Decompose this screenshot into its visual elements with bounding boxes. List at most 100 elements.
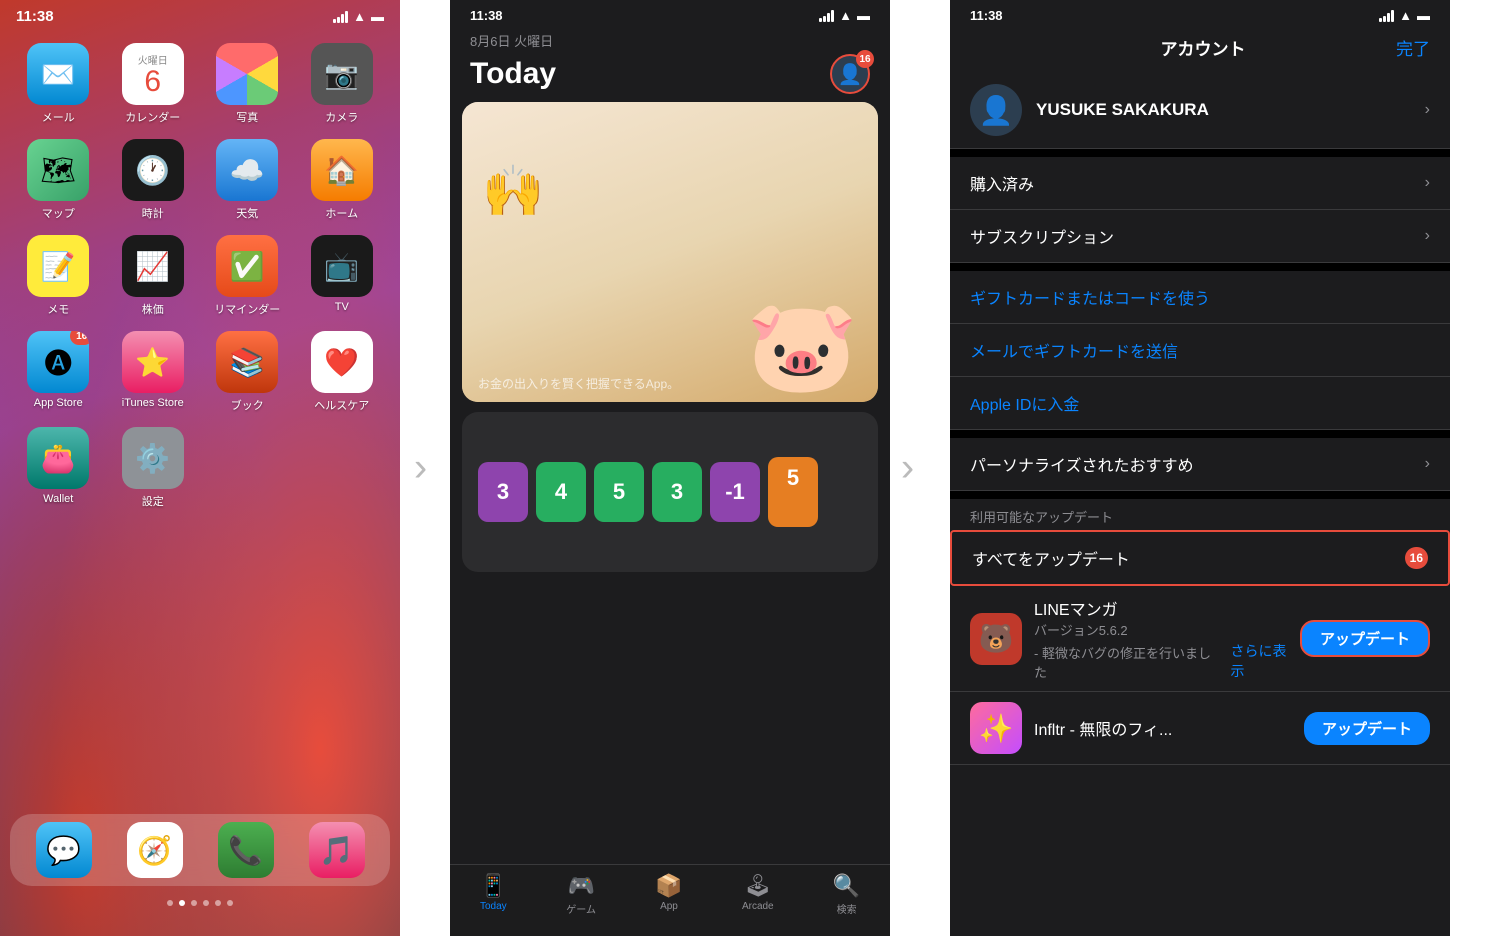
personalize-chevron: › xyxy=(1425,455,1430,473)
tab-games[interactable]: 🎮 ゲーム xyxy=(566,873,596,916)
app-appstore[interactable]: 🅐 16 App Store xyxy=(18,331,99,413)
infltr-update-button[interactable]: アップデート xyxy=(1304,712,1430,745)
tab-games-icon: 🎮 xyxy=(567,873,594,899)
separator-4 xyxy=(950,491,1450,499)
tab-today-label: Today xyxy=(480,901,507,912)
tab-arcade-icon: 🕹 xyxy=(744,873,772,899)
app-photos-label: 写真 xyxy=(236,109,258,125)
app-settings[interactable]: ⚙️ 設定 xyxy=(113,427,194,509)
line-manga-see-more[interactable]: さらに表示 xyxy=(1231,641,1300,681)
time-home: 11:38 xyxy=(16,8,54,25)
app-memo[interactable]: 📝 メモ xyxy=(18,235,99,317)
app-mail[interactable]: ✉️ メール xyxy=(18,43,99,125)
app-stocks[interactable]: 📈 株価 xyxy=(113,235,194,317)
purchases-chevron: › xyxy=(1425,174,1430,192)
app-clock[interactable]: 🕐 時計 xyxy=(113,139,194,221)
battery-icon: ▬ xyxy=(371,9,384,24)
account-panel: 11:38 ▲ ▬ アカウント 完了 👤 YUSUKE SAKAKURA xyxy=(950,0,1450,936)
as-card-image: 基本を知る 家計の管理を始めよう 🐷 🙌 お金の出入りを賢く把握できるApp。 xyxy=(462,102,878,402)
game-tiles-container: 3 4 5 3 -1 5 xyxy=(462,412,878,572)
app-tv[interactable]: 📺 TV xyxy=(302,235,383,317)
ac-nav-done-button[interactable]: 完了 xyxy=(1396,35,1430,60)
app-home[interactable]: 🏠 ホーム xyxy=(302,139,383,221)
ac-battery-icon: ▬ xyxy=(1417,8,1430,23)
app-health-label: ヘルスケア xyxy=(314,397,369,413)
dock-phone[interactable]: 📞 xyxy=(200,822,291,878)
app-maps-label: マップ xyxy=(42,205,75,221)
app-reminders-label: リマインダー xyxy=(214,301,280,317)
app-wallet[interactable]: 👛 Wallet xyxy=(18,427,99,509)
user-row-chevron: › xyxy=(1425,101,1430,119)
app-camera[interactable]: 📷 カメラ xyxy=(302,43,383,125)
cal-num-label: 6 xyxy=(144,67,161,97)
ac-update-all-row[interactable]: すべてをアップデート 16 xyxy=(950,530,1450,586)
infltr-name: Infltr - 無限のフィ... xyxy=(1034,716,1304,740)
app-reminders[interactable]: ✅ リマインダー xyxy=(207,235,288,317)
ac-row-personalize[interactable]: パーソナライズされたおすすめ › xyxy=(950,438,1450,491)
as-wifi-icon: ▲ xyxy=(839,8,852,23)
dock-messages[interactable]: 💬 xyxy=(18,822,109,878)
dot-4 xyxy=(203,900,209,906)
line-manga-info: LINEマンガ バージョン5.6.2 - 軽微なバグの修正を行いました さらに表… xyxy=(1034,596,1300,681)
app-books[interactable]: 📚 ブック xyxy=(207,331,288,413)
tab-today-icon: 📱 xyxy=(480,873,507,899)
tab-search-icon: 🔍 xyxy=(833,873,860,899)
ac-row-subscriptions[interactable]: サブスクリプション › xyxy=(950,210,1450,263)
app-stocks-label: 株価 xyxy=(142,301,164,317)
as-signal-icon xyxy=(819,10,834,22)
as-today-title: Today xyxy=(470,57,556,91)
as-header: 8月6日 火曜日 Today 👤 16 xyxy=(450,27,890,102)
tab-app-icon: 📦 xyxy=(655,873,682,899)
as-game-card[interactable]: 3 4 5 3 -1 5 xyxy=(462,412,878,572)
tab-arcade[interactable]: 🕹 Arcade xyxy=(742,873,774,916)
as-featured-card[interactable]: 基本を知る 家計の管理を始めよう 🐷 🙌 お金の出入りを賢く把握できるApp。 xyxy=(462,102,878,402)
tab-app[interactable]: 📦 App xyxy=(655,873,682,916)
dot-5 xyxy=(215,900,221,906)
dock-safari[interactable]: 🧭 xyxy=(109,822,200,878)
ac-user-row[interactable]: 👤 YUSUKE SAKAKURA › xyxy=(950,72,1450,149)
ac-section-blue: ギフトカードまたはコードを使う メールでギフトカードを送信 Apple IDに入… xyxy=(950,271,1450,430)
app-maps[interactable]: 🗺 マップ xyxy=(18,139,99,221)
app-health[interactable]: ❤️ ヘルスケア xyxy=(302,331,383,413)
ac-row-send-gift[interactable]: メールでギフトカードを送信 xyxy=(950,324,1450,377)
tile-3: 5 xyxy=(594,462,644,522)
update-all-badge: 16 xyxy=(1405,547,1428,569)
signal-icon xyxy=(333,11,348,23)
dot-3 xyxy=(191,900,197,906)
app-itunes-label: iTunes Store xyxy=(122,397,184,409)
app-calendar[interactable]: 火曜日 6 カレンダー xyxy=(113,43,194,125)
app-wallet-label: Wallet xyxy=(43,493,73,505)
as-avatar-badge: 16 xyxy=(856,50,874,68)
dot-2 xyxy=(179,900,185,906)
as-date: 8月6日 火曜日 xyxy=(470,31,870,50)
status-icons-home: ▲ ▬ xyxy=(333,9,384,24)
app-weather[interactable]: ☁️ 天気 xyxy=(207,139,288,221)
tab-today[interactable]: 📱 Today xyxy=(480,873,507,916)
appstore-panel: 11:38 ▲ ▬ 8月6日 火曜日 Today 👤 xyxy=(450,0,890,936)
separator-2 xyxy=(950,263,1450,271)
as-card-bottom-text: お金の出入りを賢く把握できるApp。 xyxy=(478,375,679,392)
dock-music[interactable]: 🎵 xyxy=(291,822,382,878)
tab-search[interactable]: 🔍 検索 xyxy=(833,873,860,916)
ac-send-gift-label: メールでギフトカードを送信 xyxy=(970,338,1178,362)
app-itunes[interactable]: ⭐ iTunes Store xyxy=(113,331,194,413)
ac-status-icons: ▲ ▬ xyxy=(1379,8,1430,23)
as-avatar-container[interactable]: 👤 16 xyxy=(830,54,870,94)
as-battery-icon: ▬ xyxy=(857,8,870,23)
line-manga-name: LINEマンガ xyxy=(1034,596,1300,620)
arrow-1: › xyxy=(414,446,427,491)
app-weather-label: 天気 xyxy=(236,205,258,221)
ac-row-purchases[interactable]: 購入済み › xyxy=(950,157,1450,210)
line-manga-desc: - 軽微なバグの修正を行いました xyxy=(1034,643,1223,681)
tab-app-label: App xyxy=(660,901,678,912)
ac-row-giftcard[interactable]: ギフトカードまたはコードを使う xyxy=(950,271,1450,324)
app-memo-label: メモ xyxy=(47,301,69,317)
arrow-2: › xyxy=(901,446,914,491)
ac-row-topup[interactable]: Apple IDに入金 xyxy=(950,377,1450,430)
app-mail-label: メール xyxy=(42,109,75,125)
app-calendar-label: カレンダー xyxy=(125,109,180,125)
ac-update-all-label: すべてをアップデート xyxy=(972,546,1130,570)
app-photos[interactable]: 写真 xyxy=(207,43,288,125)
ac-section-personalize: パーソナライズされたおすすめ › xyxy=(950,438,1450,491)
line-manga-update-button[interactable]: アップデート xyxy=(1300,620,1430,657)
